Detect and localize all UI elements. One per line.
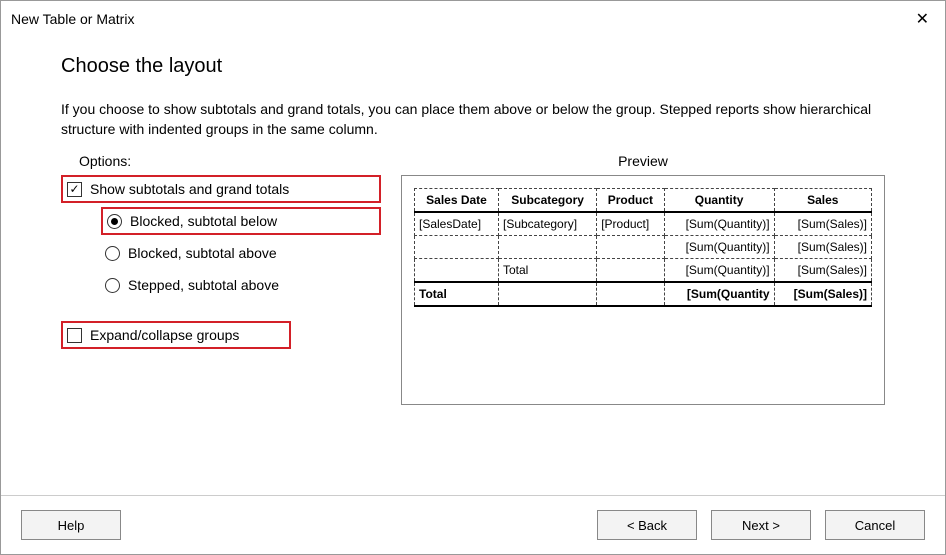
- close-icon[interactable]: ✕: [910, 7, 935, 31]
- button-bar: Help < Back Next > Cancel: [1, 495, 945, 554]
- col-sales: Sales: [774, 189, 871, 213]
- preview-table: Sales Date Subcategory Product Quantity …: [414, 188, 872, 307]
- expand-collapse-checkbox[interactable]: [67, 328, 82, 343]
- expand-collapse-option[interactable]: Expand/collapse groups: [61, 321, 291, 349]
- radio-blocked-below-label: Blocked, subtotal below: [130, 213, 277, 229]
- help-button[interactable]: Help: [21, 510, 121, 540]
- show-subtotals-label: Show subtotals and grand totals: [90, 181, 289, 197]
- col-quantity: Quantity: [664, 189, 774, 213]
- preview-panel: Preview Sales Date Subcategory Product Q…: [401, 153, 885, 405]
- radio-stepped-above[interactable]: Stepped, subtotal above: [101, 271, 381, 299]
- preview-header: Preview: [401, 153, 885, 169]
- page-description: If you choose to show subtotals and gran…: [61, 100, 885, 139]
- table-row: [Sum(Quantity)] [Sum(Sales)]: [415, 236, 872, 259]
- radio-blocked-below[interactable]: Blocked, subtotal below: [101, 207, 381, 235]
- options-header: Options:: [61, 153, 381, 169]
- radio-blocked-below-input[interactable]: [107, 214, 122, 229]
- expand-collapse-label: Expand/collapse groups: [90, 327, 239, 343]
- options-panel: Options: Show subtotals and grand totals…: [61, 153, 381, 405]
- col-subcategory: Subcategory: [499, 189, 597, 213]
- col-product: Product: [597, 189, 664, 213]
- back-button[interactable]: < Back: [597, 510, 697, 540]
- titlebar: New Table or Matrix ✕: [1, 1, 945, 37]
- table-row: [SalesDate] [Subcategory] [Product] [Sum…: [415, 212, 872, 236]
- show-subtotals-option[interactable]: Show subtotals and grand totals: [61, 175, 381, 203]
- page-title: Choose the layout: [61, 55, 885, 78]
- col-salesdate: Sales Date: [415, 189, 499, 213]
- table-total-row: Total [Sum(Quantity [Sum(Sales)]: [415, 282, 872, 306]
- content-area: Choose the layout If you choose to show …: [1, 37, 945, 495]
- radio-blocked-above[interactable]: Blocked, subtotal above: [101, 239, 381, 267]
- radio-blocked-above-label: Blocked, subtotal above: [128, 245, 277, 261]
- preview-box: Sales Date Subcategory Product Quantity …: [401, 175, 885, 405]
- next-button[interactable]: Next >: [711, 510, 811, 540]
- table-row: Total [Sum(Quantity)] [Sum(Sales)]: [415, 259, 872, 283]
- table-header-row: Sales Date Subcategory Product Quantity …: [415, 189, 872, 213]
- window-title: New Table or Matrix: [11, 11, 134, 27]
- cancel-button[interactable]: Cancel: [825, 510, 925, 540]
- radio-stepped-above-label: Stepped, subtotal above: [128, 277, 279, 293]
- show-subtotals-checkbox[interactable]: [67, 182, 82, 197]
- radio-stepped-above-input[interactable]: [105, 278, 120, 293]
- radio-blocked-above-input[interactable]: [105, 246, 120, 261]
